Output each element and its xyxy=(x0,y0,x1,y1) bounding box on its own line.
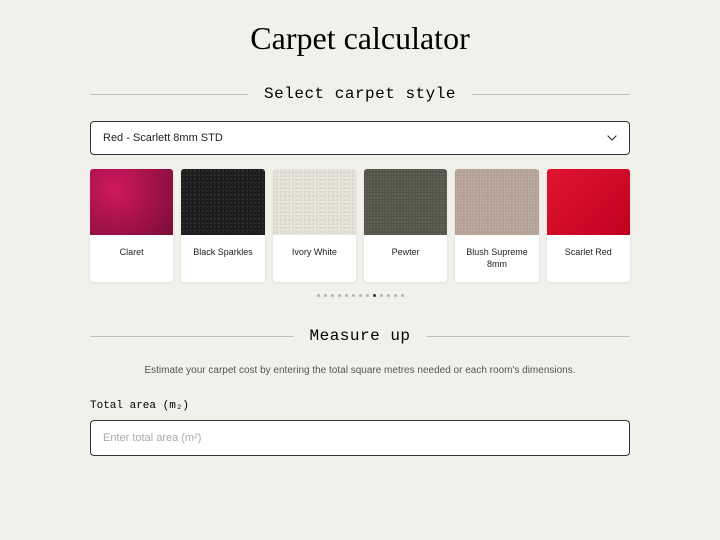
measure-up-heading: Measure up xyxy=(310,327,411,345)
swatch-image xyxy=(547,169,630,235)
chevron-down-icon xyxy=(607,133,617,143)
divider-line xyxy=(472,94,630,95)
carousel-dot[interactable] xyxy=(345,294,348,297)
carousel-dot[interactable] xyxy=(387,294,390,297)
swatch-label: Ivory White xyxy=(273,235,356,271)
swatch-image xyxy=(181,169,264,235)
swatch-card[interactable]: Blush Supreme 8mm xyxy=(455,169,538,282)
swatch-image xyxy=(90,169,173,235)
swatch-image xyxy=(455,169,538,235)
dropdown-selected-value: Red - Scarlett 8mm STD xyxy=(103,132,223,144)
measure-up-subtitle: Estimate your carpet cost by entering th… xyxy=(90,363,630,378)
swatch-card[interactable]: Pewter xyxy=(364,169,447,282)
swatch-card[interactable]: Scarlet Red xyxy=(547,169,630,282)
carousel-dots xyxy=(90,294,630,297)
swatch-card[interactable]: Black Sparkles xyxy=(181,169,264,282)
swatch-label: Blush Supreme 8mm xyxy=(455,235,538,282)
divider-line xyxy=(90,336,294,337)
divider-line xyxy=(427,336,631,337)
swatch-image xyxy=(273,169,356,235)
carousel-dot[interactable] xyxy=(373,294,376,297)
carpet-style-dropdown[interactable]: Red - Scarlett 8mm STD xyxy=(90,121,630,155)
swatch-label: Black Sparkles xyxy=(181,235,264,271)
select-style-heading-row: Select carpet style xyxy=(90,85,630,103)
swatch-image xyxy=(364,169,447,235)
measure-up-heading-row: Measure up xyxy=(90,327,630,345)
carousel-dot[interactable] xyxy=(366,294,369,297)
select-style-heading: Select carpet style xyxy=(264,85,456,103)
carousel-dot[interactable] xyxy=(359,294,362,297)
swatch-label: Pewter xyxy=(364,235,447,271)
swatch-carousel: ClaretBlack SparklesIvory WhitePewterBlu… xyxy=(90,169,630,282)
carousel-dot[interactable] xyxy=(324,294,327,297)
carousel-dot[interactable] xyxy=(401,294,404,297)
total-area-input[interactable] xyxy=(90,420,630,456)
carousel-dot[interactable] xyxy=(317,294,320,297)
divider-line xyxy=(90,94,248,95)
total-area-label: Total area (m₂) xyxy=(90,400,630,412)
carousel-dot[interactable] xyxy=(352,294,355,297)
carousel-dot[interactable] xyxy=(380,294,383,297)
page-title: Carpet calculator xyxy=(90,20,630,57)
carousel-dot[interactable] xyxy=(331,294,334,297)
swatch-label: Scarlet Red xyxy=(547,235,630,271)
swatch-card[interactable]: Ivory White xyxy=(273,169,356,282)
carousel-dot[interactable] xyxy=(394,294,397,297)
carousel-dot[interactable] xyxy=(338,294,341,297)
swatch-label: Claret xyxy=(90,235,173,271)
swatch-card[interactable]: Claret xyxy=(90,169,173,282)
